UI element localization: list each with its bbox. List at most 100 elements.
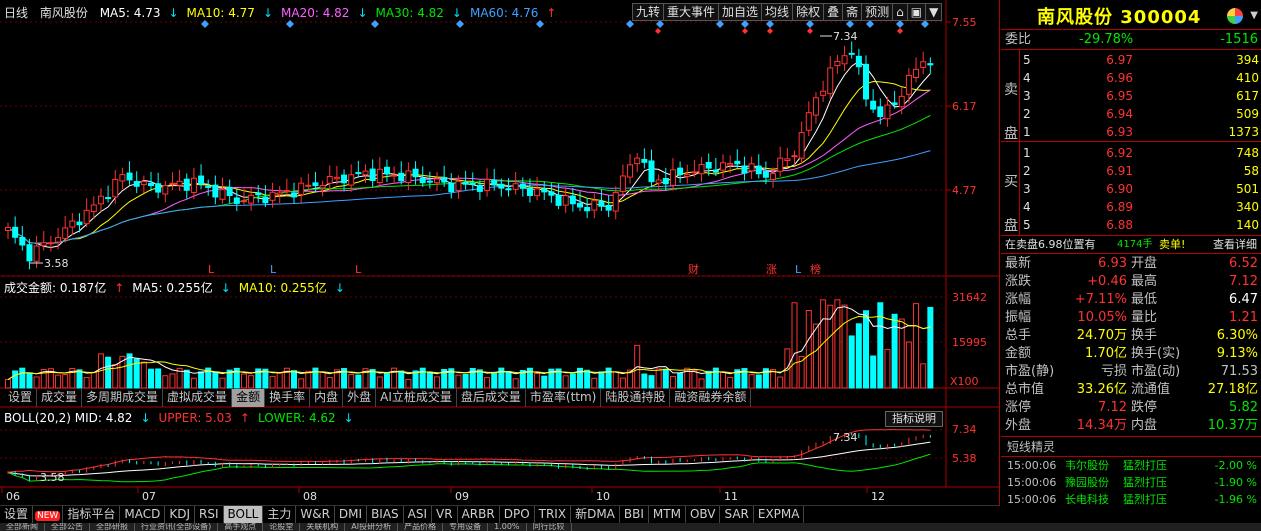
status-bar-item[interactable]: 全部新闻 bbox=[0, 523, 45, 531]
status-bar-item[interactable]: 产品价格 bbox=[398, 523, 444, 531]
orderbook-row[interactable]: 5 6.88 140 bbox=[1001, 216, 1261, 234]
indicator-tab[interactable]: DMI bbox=[335, 506, 368, 523]
indicator-tab[interactable]: EXPMA bbox=[754, 506, 805, 523]
indicator-tab[interactable]: 主力 bbox=[263, 506, 297, 523]
orderbook-row[interactable]: 2 6.91 58 bbox=[1001, 162, 1261, 180]
color-wheel-icon[interactable] bbox=[1227, 8, 1243, 24]
orderbook-row[interactable]: 1 6.93 1373 bbox=[1001, 123, 1261, 141]
toolbar-button[interactable]: 斋 bbox=[842, 3, 862, 21]
volume-indicator-tab[interactable]: 市盈率(ttm) bbox=[526, 389, 602, 407]
toolbar-button[interactable]: 除权 bbox=[792, 3, 824, 21]
quote-value: 7.12 bbox=[1229, 274, 1258, 289]
orderbook-row[interactable]: 3 6.95 617 bbox=[1001, 87, 1261, 105]
indicator-tab[interactable]: MTM bbox=[649, 506, 686, 523]
toolbar-button[interactable]: ▣ bbox=[906, 3, 926, 21]
order-ratio-label: 委比 bbox=[1005, 32, 1032, 47]
indicator-tab[interactable]: W&R bbox=[296, 506, 335, 523]
candle-body bbox=[5, 226, 11, 231]
volume-indicator-tab[interactable]: 换手率 bbox=[265, 389, 311, 407]
volume-indicator-tab[interactable]: AI立桩成交量 bbox=[376, 389, 457, 407]
chart-canvas[interactable]: 7.55 6.17 4.77 31642 15995 X100 7.34 5.38 06 07 08… bbox=[0, 0, 1000, 505]
wizard-row[interactable]: 15:00:06 豫园股份 猛烈打压 -1.90 % bbox=[1001, 474, 1261, 491]
indicator-tab[interactable]: BIAS bbox=[367, 506, 404, 523]
indicator-tab[interactable]: OBV bbox=[686, 506, 721, 523]
wizard-stock[interactable]: 韦尔股份 bbox=[1065, 457, 1109, 474]
dropdown-arrow-icon[interactable]: ▼ bbox=[1250, 10, 1258, 21]
toolbar-button[interactable]: 均线 bbox=[761, 3, 793, 21]
orderbook-price: 6.95 bbox=[1106, 89, 1133, 103]
indicator-tab[interactable]: VR bbox=[432, 506, 458, 523]
status-bar-item[interactable]: 1.00% bbox=[488, 523, 527, 531]
status-bar-item[interactable]: 同行比较 bbox=[527, 523, 572, 531]
volume-indicator-tab[interactable]: 设置 bbox=[4, 389, 38, 407]
status-bar-item[interactable]: AI投研分析 bbox=[345, 523, 399, 531]
volume-bar bbox=[884, 348, 891, 389]
volume-indicator-tab[interactable]: 成交量 bbox=[37, 389, 83, 407]
wizard-row[interactable]: 15:00:06 长电科技 猛烈打压 -1.96 % bbox=[1001, 491, 1261, 508]
orderbook-row[interactable]: 3 6.90 501 bbox=[1001, 180, 1261, 198]
indicator-tab[interactable]: 新DMA bbox=[571, 506, 620, 523]
toolbar-button[interactable]: ⌂ bbox=[892, 3, 907, 21]
quote-label: 换手 bbox=[1131, 328, 1158, 343]
volume-indicator-tab[interactable]: 融资融券余额 bbox=[670, 389, 752, 407]
orderbook-volume: 140 bbox=[1236, 218, 1259, 232]
volume-indicator-tab[interactable]: 盘后成交量 bbox=[457, 389, 526, 407]
candle-body bbox=[820, 90, 827, 96]
panel-stock-title[interactable]: 南风股份 300004 bbox=[1037, 3, 1201, 29]
candle-body bbox=[484, 178, 491, 192]
indicator-tab[interactable]: MACD bbox=[120, 506, 166, 523]
orderbook-row[interactable]: 2 6.94 509 bbox=[1001, 105, 1261, 123]
indicator-tab[interactable]: ARBR bbox=[458, 506, 500, 523]
toolbar-button[interactable]: 叠 bbox=[823, 3, 843, 21]
new-badge-tab[interactable]: NEW bbox=[33, 506, 64, 523]
orderbook-row[interactable]: 5 6.97 394 bbox=[1001, 51, 1261, 69]
volume-indicator-tab[interactable]: 内盘 bbox=[310, 389, 344, 407]
wizard-stock[interactable]: 豫园股份 bbox=[1065, 474, 1109, 491]
wizard-stock[interactable]: 长电科技 bbox=[1065, 491, 1109, 508]
candle-body bbox=[233, 197, 240, 204]
volume-indicator-tab[interactable]: 陆股通持股 bbox=[601, 389, 671, 407]
indicator-tab[interactable]: BOLL bbox=[223, 506, 264, 523]
orderbook-row[interactable]: 4 6.89 340 bbox=[1001, 198, 1261, 216]
status-bar-item[interactable]: 全部公告 bbox=[45, 523, 90, 531]
indicator-tab[interactable]: RSI bbox=[195, 506, 224, 523]
indicator-tab[interactable]: 设置 bbox=[0, 506, 34, 523]
event-diamond-icon bbox=[741, 20, 749, 28]
legend-value: LOWER: 4.62 bbox=[257, 411, 336, 425]
toolbar-button[interactable]: ▼ bbox=[925, 3, 943, 21]
orderbook-row[interactable]: 4 6.96 410 bbox=[1001, 69, 1261, 87]
indicator-tab[interactable]: BBI bbox=[620, 506, 649, 523]
indicator-tab[interactable]: DPO bbox=[500, 506, 535, 523]
toolbar-button[interactable]: 预测 bbox=[861, 3, 893, 21]
volume-indicator-tab[interactable]: 多周期成交量 bbox=[82, 389, 164, 407]
indicator-tab[interactable]: SAR bbox=[720, 506, 754, 523]
wizard-row[interactable]: 15:00:06 韦尔股份 猛烈打压 -2.00 % bbox=[1001, 457, 1261, 474]
indicator-tab[interactable]: KDJ bbox=[165, 506, 195, 523]
status-bar-item[interactable]: 行业资讯(全部设备) bbox=[135, 523, 219, 531]
volume-bar bbox=[727, 376, 734, 389]
status-bar-item[interactable]: 全部研报 bbox=[90, 523, 135, 531]
toolbar-button[interactable]: 九转 bbox=[632, 3, 664, 21]
candle-body bbox=[40, 242, 47, 247]
volume-indicator-tab[interactable]: 金额 bbox=[232, 389, 266, 407]
toolbar-button[interactable]: 加自选 bbox=[718, 3, 762, 21]
indicator-tab[interactable]: TRIX bbox=[535, 506, 572, 523]
indicator-tab[interactable]: ASI bbox=[404, 506, 433, 523]
volume-indicator-tab[interactable]: 虚拟成交量 bbox=[163, 389, 233, 407]
volume-indicator-tab[interactable]: 外盘 bbox=[343, 389, 377, 407]
quote-label: 振幅 bbox=[1005, 310, 1032, 325]
indicator-help-button[interactable]: 指标说明 bbox=[885, 411, 943, 427]
orderbook-row[interactable]: 1 6.92 748 bbox=[1001, 144, 1261, 162]
short-term-wizard-title[interactable]: 短线精灵 bbox=[1001, 437, 1261, 457]
status-bar-item[interactable]: 高手观点 bbox=[218, 523, 264, 531]
status-bar-item[interactable]: 专用设备 bbox=[443, 523, 489, 531]
notice-detail-link[interactable]: 查看详细 bbox=[1213, 236, 1257, 254]
volume-bar bbox=[305, 370, 312, 389]
chart-area[interactable]: 7.55 6.17 4.77 31642 15995 X100 7.34 5.38 06 07 08… bbox=[0, 0, 1000, 505]
period-label[interactable]: 日线 bbox=[4, 6, 28, 20]
candle-body bbox=[348, 174, 355, 186]
indicator-tab[interactable]: 指标平台 bbox=[63, 506, 121, 523]
status-bar-item[interactable]: 关联机构 bbox=[300, 523, 346, 531]
status-bar-item[interactable]: 论股堂 bbox=[263, 523, 301, 531]
toolbar-button[interactable]: 重大事件 bbox=[663, 3, 719, 21]
